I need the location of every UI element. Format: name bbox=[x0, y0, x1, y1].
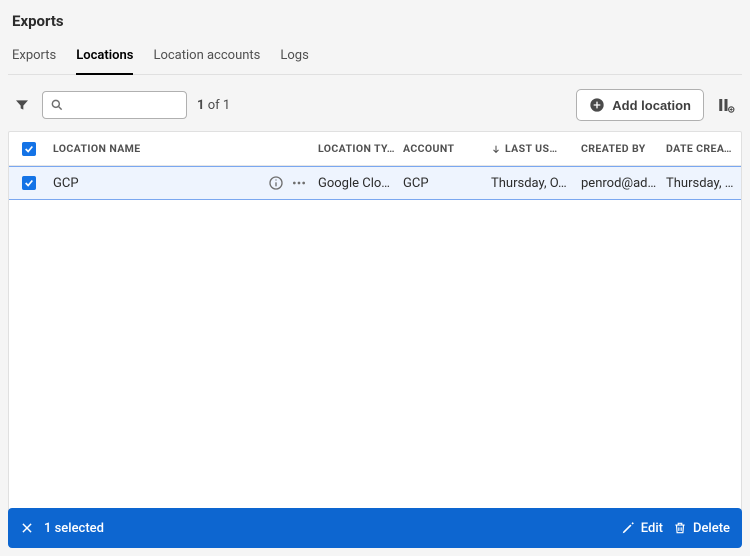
toolbar: 1 of 1 Add location bbox=[8, 75, 742, 131]
add-location-button[interactable]: Add location bbox=[576, 89, 704, 121]
row-last-used: Thursday, O… bbox=[487, 176, 577, 191]
delete-button[interactable]: Delete bbox=[673, 521, 730, 536]
clear-selection-button[interactable] bbox=[20, 521, 34, 535]
col-last-used[interactable]: Last Us… bbox=[487, 142, 577, 155]
table-row[interactable]: GCP Google Clo… GCP Thursday, O… penrod@… bbox=[9, 166, 741, 200]
tab-logs[interactable]: Logs bbox=[280, 42, 308, 74]
col-created-by[interactable]: Created By bbox=[577, 142, 662, 155]
row-type: Google Clo… bbox=[314, 176, 399, 191]
table: Location Name Location Ty… Account Last … bbox=[8, 131, 742, 521]
info-icon[interactable] bbox=[268, 175, 284, 191]
pencil-icon bbox=[621, 521, 635, 535]
col-location-name[interactable]: Location Name bbox=[49, 142, 259, 155]
row-date-created: Thursday, O… bbox=[662, 176, 742, 191]
column-settings-icon[interactable] bbox=[714, 93, 738, 117]
filter-icon[interactable] bbox=[12, 95, 32, 115]
close-icon bbox=[20, 521, 34, 535]
col-location-type[interactable]: Location Ty… bbox=[314, 142, 399, 155]
tabs: Exports Locations Location accounts Logs bbox=[8, 42, 742, 75]
selected-count: 1 selected bbox=[44, 521, 104, 536]
arrow-down-icon bbox=[491, 144, 501, 154]
row-account: GCP bbox=[399, 176, 487, 191]
col-account[interactable]: Account bbox=[399, 142, 487, 155]
search-wrap bbox=[42, 91, 187, 119]
trash-icon bbox=[673, 521, 687, 535]
edit-button[interactable]: Edit bbox=[621, 521, 663, 536]
page-title: Exports bbox=[8, 8, 742, 42]
plus-circle-icon bbox=[589, 97, 605, 113]
search-icon bbox=[50, 98, 64, 112]
select-all-checkbox[interactable] bbox=[9, 142, 49, 156]
row-name: GCP bbox=[53, 176, 79, 191]
more-icon[interactable] bbox=[290, 175, 308, 191]
row-created-by: penrod@ad… bbox=[577, 176, 662, 191]
col-date-created[interactable]: Date Created bbox=[662, 142, 742, 155]
tab-locations[interactable]: Locations bbox=[76, 42, 133, 75]
table-header: Location Name Location Ty… Account Last … bbox=[9, 132, 741, 166]
tab-exports[interactable]: Exports bbox=[12, 42, 56, 74]
row-checkbox[interactable] bbox=[9, 176, 49, 190]
result-count: 1 of 1 bbox=[197, 98, 230, 113]
tab-location-accounts[interactable]: Location accounts bbox=[153, 42, 260, 74]
selection-bar: 1 selected Edit Delete bbox=[8, 508, 742, 548]
